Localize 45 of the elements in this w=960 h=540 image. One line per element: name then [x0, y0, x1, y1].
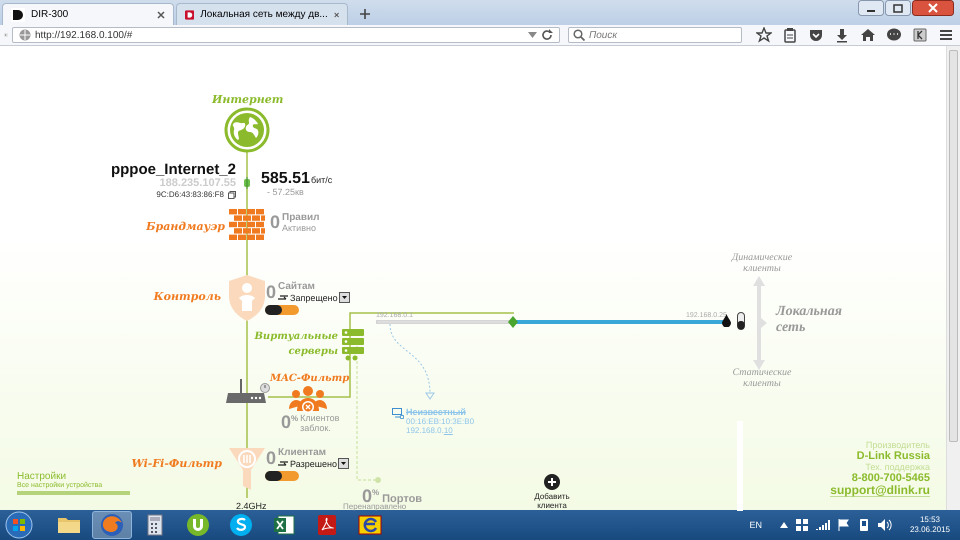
count-label: Клиентам — [278, 448, 328, 458]
add-client-button[interactable]: Добавить клиента — [527, 474, 577, 510]
browser-tab[interactable]: DIR-300 — [2, 3, 174, 25]
blocked-count: 0$^{%}$ — [281, 412, 298, 433]
rule-count: 0 — [270, 212, 280, 233]
node-label: Виртуальные серверы — [253, 330, 338, 359]
clock-time[interactable]: 15:53 — [920, 515, 940, 525]
node-label: Брандмауэр — [146, 220, 225, 233]
node-label: Контроль — [154, 290, 221, 303]
static-clients-label: Статические клиенты — [731, 367, 792, 389]
mac-address: 9C:D6:43:83:86:F8 — [156, 190, 224, 199]
filter-count: 0 — [266, 282, 276, 303]
local-network-title: Локальная сеть — [776, 304, 843, 336]
browser-tab[interactable]: Локальная сеть между дв... — [176, 3, 348, 25]
search-input[interactable]: Поиск — [589, 30, 729, 40]
node-label: Wi-Fi-Фильтр — [131, 457, 222, 470]
node-label: MAC-Фильтр — [270, 373, 350, 384]
client-ip: 192.168.0. — [406, 426, 444, 435]
traffic-value: - 57.25кв — [267, 187, 304, 197]
address-field[interactable]: http://192.168.0.100/# — [12, 27, 560, 43]
count-label: Клиентов — [300, 412, 340, 422]
node-label: Интернет — [212, 93, 284, 106]
dynamic-clients-label: Динамические клиенты — [730, 252, 794, 274]
status-text: Активно — [282, 222, 317, 232]
filter-count: 0 — [266, 448, 276, 469]
band-label: 2.4GHz — [236, 501, 267, 511]
connection-name: pppoe_Internet_2 — [110, 161, 236, 178]
vendor-name: D-Link Russia — [856, 450, 930, 462]
tab-title: DIR-300 — [31, 9, 70, 20]
language-indicator[interactable]: EN — [749, 520, 762, 530]
mode-dropdown[interactable]: Запрещено — [290, 292, 350, 303]
support-phone: 8-800-700-5465 — [850, 472, 930, 484]
search-field[interactable]: Поиск — [568, 27, 742, 43]
tab-title: Локальная сеть между дв... — [200, 9, 328, 20]
status-text: заблок. — [300, 422, 332, 432]
count-label: Портов — [382, 493, 422, 505]
count-label: Сайтам — [278, 282, 316, 292]
mode-dropdown[interactable]: Разрешено — [290, 458, 349, 469]
count-label: Правил — [282, 212, 320, 222]
speed-unit: бит/с — [310, 175, 332, 185]
vendor-label: Производитель — [864, 440, 930, 450]
clock-date[interactable]: 23.06.2015 — [910, 525, 950, 535]
speed-value: 585.51 — [261, 170, 310, 187]
client-mac: 00:16:EB:10:3E:B0 — [406, 417, 474, 426]
support-label: Тех. поддержка — [864, 462, 930, 472]
